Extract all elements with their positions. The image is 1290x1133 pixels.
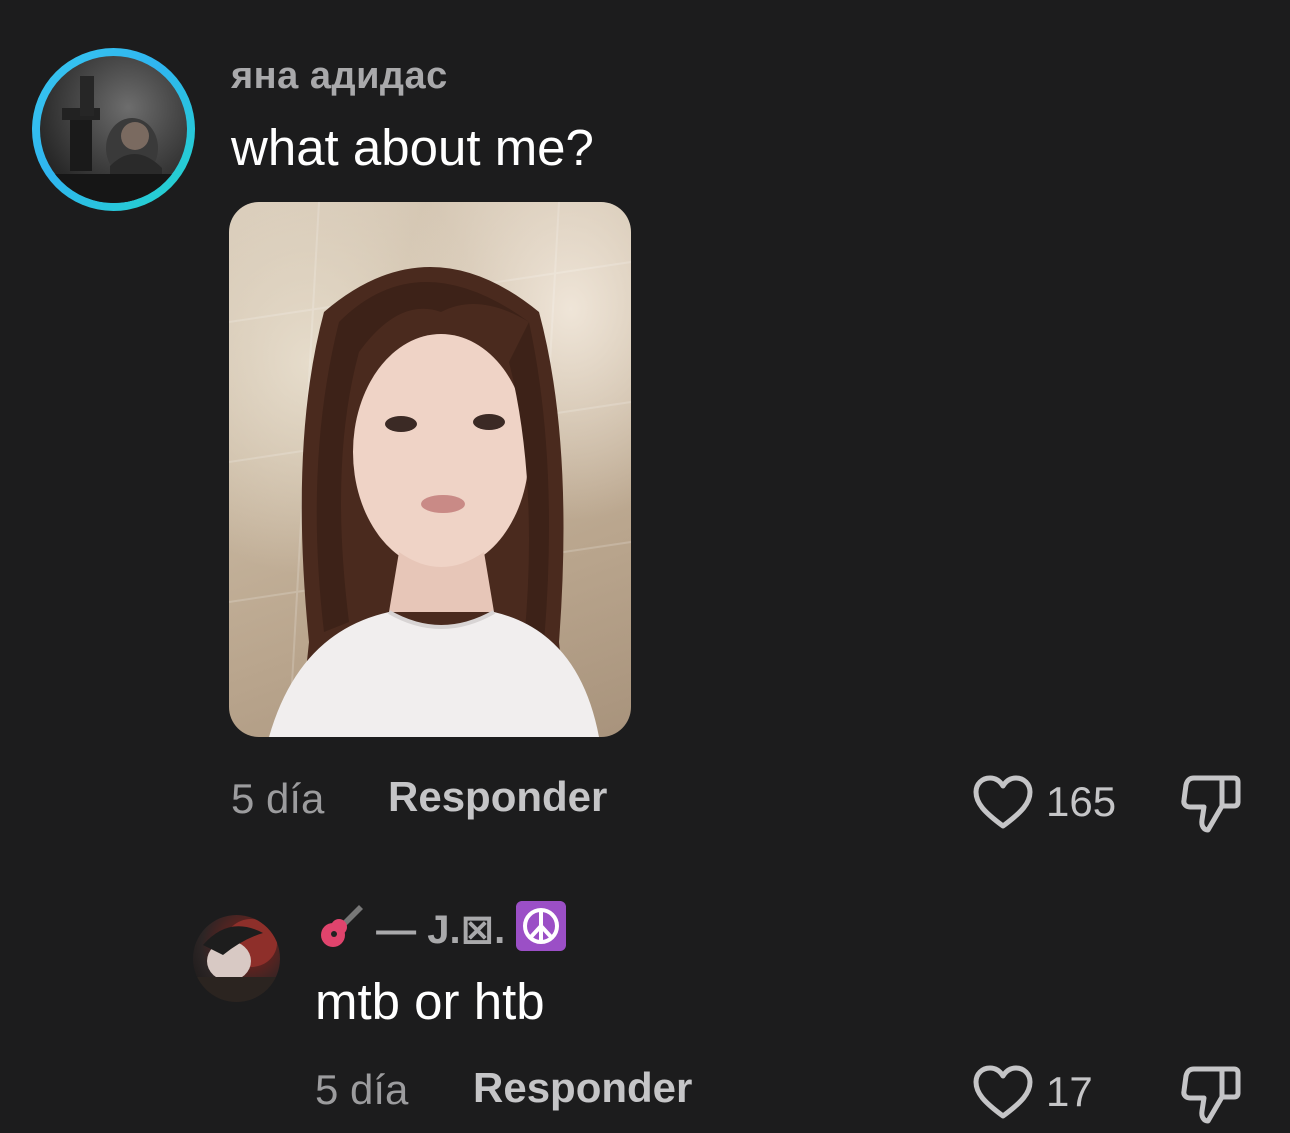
comment-text: what about me? xyxy=(231,119,594,176)
comment-reply-link-wrap: Responder xyxy=(388,773,607,821)
commenter-avatar-with-story-ring[interactable] xyxy=(32,48,195,211)
comments-screen: яна адидас what about me? 5 día Responde… xyxy=(0,0,1290,1133)
reply-text: mtb or htb xyxy=(315,973,545,1030)
like-count: 165 xyxy=(1046,778,1117,825)
guitar-emoji-icon xyxy=(321,905,363,948)
peace-symbol-emoji-icon xyxy=(516,901,567,952)
heart-outline-icon[interactable] xyxy=(972,774,1034,830)
reply-button[interactable]: Responder xyxy=(388,773,607,820)
heart-outline-icon[interactable] xyxy=(972,1064,1034,1120)
reply-meta: 5 día xyxy=(315,1066,408,1114)
comment-timestamp: 5 día xyxy=(231,775,325,822)
thumbs-down-outline-icon[interactable] xyxy=(1180,1063,1242,1125)
commenter-username[interactable]: яна адидас xyxy=(231,55,448,98)
avatar-photo xyxy=(40,56,187,203)
thumbs-down-outline-icon[interactable] xyxy=(1180,772,1242,834)
comment-meta: 5 día xyxy=(231,775,324,823)
reply-to-reply-button[interactable]: Responder xyxy=(473,1064,692,1111)
reply-reply-link-wrap: Responder xyxy=(473,1064,692,1112)
reply-timestamp: 5 día xyxy=(315,1066,409,1113)
comment-attached-photo[interactable] xyxy=(229,202,631,737)
reply-username[interactable]: — J.⊠. xyxy=(315,901,567,953)
reply-username-text: — J.⊠. xyxy=(376,908,506,953)
reply-like-count: 17 xyxy=(1046,1068,1093,1115)
reply-avatar[interactable] xyxy=(193,915,280,1002)
